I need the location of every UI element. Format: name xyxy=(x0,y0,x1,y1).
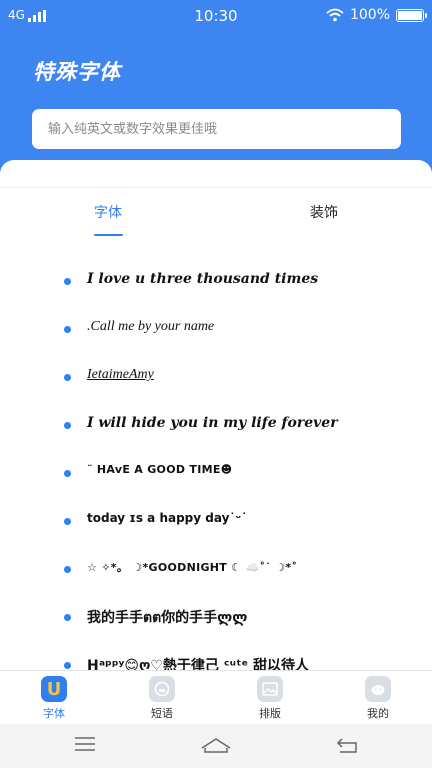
list-item[interactable]: I love u three thousand times xyxy=(0,258,432,306)
nav-label: 我的 xyxy=(367,707,389,720)
phrase-icon xyxy=(149,676,175,702)
wifi-icon xyxy=(326,8,344,22)
bottom-nav: U 字体 短语 排版 我的 xyxy=(0,670,432,724)
active-tab-indicator xyxy=(94,234,123,236)
nav-label: 字体 xyxy=(43,707,65,720)
profile-face-icon xyxy=(365,676,391,702)
search-box[interactable] xyxy=(32,109,401,149)
tab-bar: 字体 装饰 xyxy=(0,187,432,237)
font-sample-text: Hᵃᵖᵖʸ😊ღ♡熱于律己 ᶜᵘᵗᵉ 甜以待人 xyxy=(87,658,309,670)
content-card: 字体 装饰 I love u three thousand times .Cal… xyxy=(0,160,432,670)
bullet-dot xyxy=(64,422,71,429)
app-header: 4G 10:30 100% 特殊字体 xyxy=(0,0,432,182)
font-sample-text: .Call me by your name xyxy=(87,319,215,334)
list-item[interactable]: I will hide you in my life forever xyxy=(0,402,432,450)
search-input[interactable] xyxy=(32,109,401,149)
bullet-dot xyxy=(64,278,71,285)
bullet-dot xyxy=(64,566,71,573)
page-title: 特殊字体 xyxy=(33,60,121,84)
bullet-dot xyxy=(64,662,71,669)
battery-percent: 100% xyxy=(349,7,390,23)
list-item[interactable]: 我的手手ตต你的手手ლლ xyxy=(0,594,432,642)
list-item[interactable]: .Call me by your name xyxy=(0,306,432,354)
bullet-dot xyxy=(64,518,71,525)
font-u-icon: U xyxy=(41,676,67,702)
bullet-dot xyxy=(64,470,71,477)
home-icon[interactable] xyxy=(201,736,231,758)
bullet-dot xyxy=(64,614,71,621)
font-sample-text: I love u three thousand times xyxy=(87,271,319,287)
font-sample-text: today ɪs a happy day˙ᵕ˙ xyxy=(87,511,248,525)
nav-item-font[interactable]: U 字体 xyxy=(14,676,94,721)
nav-label: 短语 xyxy=(151,707,173,720)
image-icon xyxy=(257,676,283,702)
list-item[interactable]: ¨ HAvE A GOOD TIME☻ xyxy=(0,450,432,498)
bullet-dot xyxy=(64,374,71,381)
back-icon[interactable] xyxy=(336,736,358,758)
tab-decoration[interactable]: 装饰 xyxy=(310,202,338,222)
list-item[interactable]: ☆ ✧*。 ☽*GOODNIGHT ☾ ☁️˚˙ ☽*˚ xyxy=(0,546,432,594)
status-bar: 4G 10:30 100% xyxy=(0,0,432,32)
nav-item-profile[interactable]: 我的 xyxy=(338,676,418,721)
bullet-dot xyxy=(64,326,71,333)
font-sample-text: IetaimeAmy xyxy=(87,367,154,382)
list-item[interactable]: IetaimeAmy xyxy=(0,354,432,402)
font-sample-text: ¨ HAvE A GOOD TIME☻ xyxy=(87,463,233,476)
nav-item-phrase[interactable]: 短语 xyxy=(122,676,202,721)
nav-label: 排版 xyxy=(259,707,281,720)
status-right: 100% xyxy=(326,7,427,23)
list-item[interactable]: Hᵃᵖᵖʸ😊ღ♡熱于律己 ᶜᵘᵗᵉ 甜以待人 xyxy=(0,642,432,670)
font-sample-text: ☆ ✧*。 ☽*GOODNIGHT ☾ ☁️˚˙ ☽*˚ xyxy=(87,561,298,574)
tab-font[interactable]: 字体 xyxy=(94,202,122,222)
system-nav-bar xyxy=(0,724,432,768)
battery-icon xyxy=(396,8,427,22)
font-sample-text: I will hide you in my life forever xyxy=(87,415,338,431)
menu-icon[interactable] xyxy=(74,736,96,756)
list-item[interactable]: today ɪs a happy day˙ᵕ˙ xyxy=(0,498,432,546)
font-sample-text: 我的手手ตต你的手手ლლ xyxy=(87,610,248,626)
nav-item-layout[interactable]: 排版 xyxy=(230,676,310,721)
